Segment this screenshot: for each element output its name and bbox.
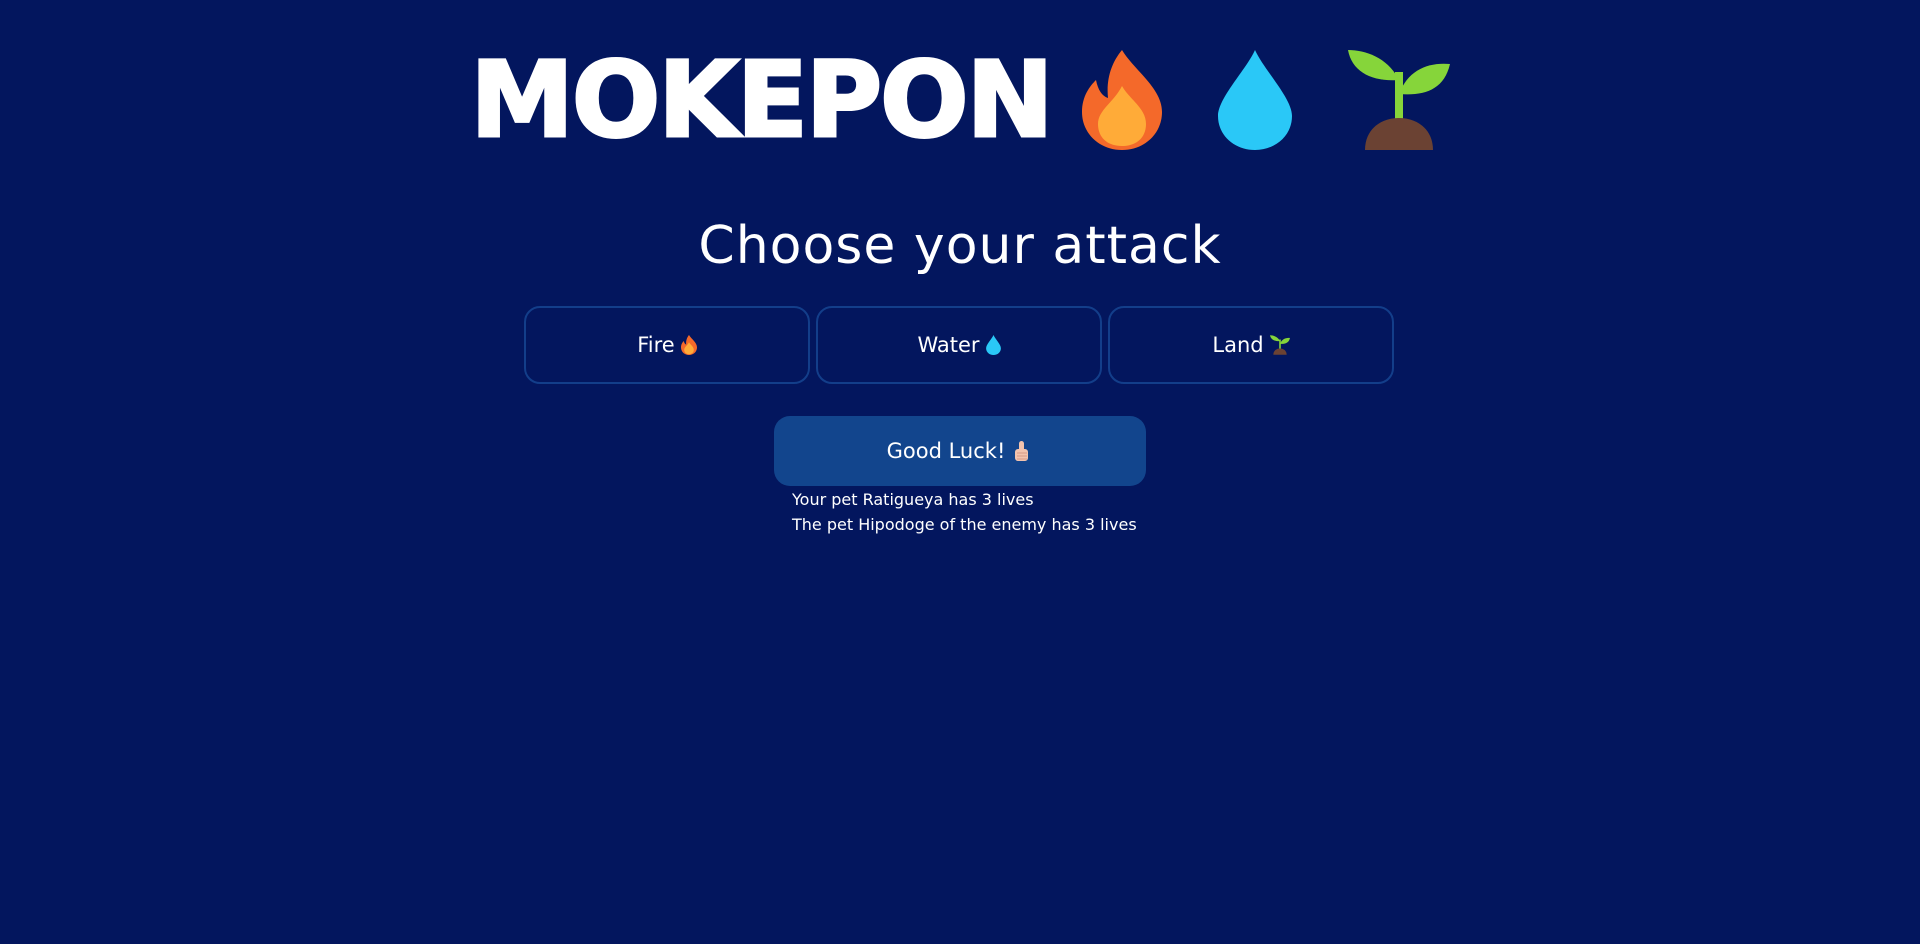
water-drop-icon [1217,50,1292,150]
logo-title: MOKEPON [469,39,1055,161]
page-title: Choose your attack [698,216,1222,276]
fire-attack-button[interactable]: Fire [524,306,810,384]
water-attack-button[interactable]: Water [816,306,1102,384]
seedling-icon [1347,50,1450,150]
player-status-message: Your pet Ratigueya has 3 lives [792,490,1034,509]
good-luck-label: Good Luck! [886,439,1006,463]
good-luck-button[interactable]: Good Luck! [774,416,1146,486]
thumbs-up-icon [1013,440,1033,462]
attack-buttons: Fire Water Land [524,306,1394,384]
water-attack-label: Water [917,333,980,357]
land-attack-button[interactable]: Land [1108,306,1394,384]
seedling-icon [1269,335,1290,355]
fire-icon [1081,50,1162,150]
water-drop-icon [985,335,1001,355]
land-attack-label: Land [1212,333,1264,357]
fire-attack-label: Fire [637,333,675,357]
fire-icon [680,335,697,355]
header: MOKEPON [0,40,1920,160]
logo-icons [1081,50,1450,150]
enemy-status-message: The pet Hipodoge of the enemy has 3 live… [792,515,1137,534]
battle-messages: Your pet Ratigueya has 3 lives The pet H… [792,487,1137,537]
